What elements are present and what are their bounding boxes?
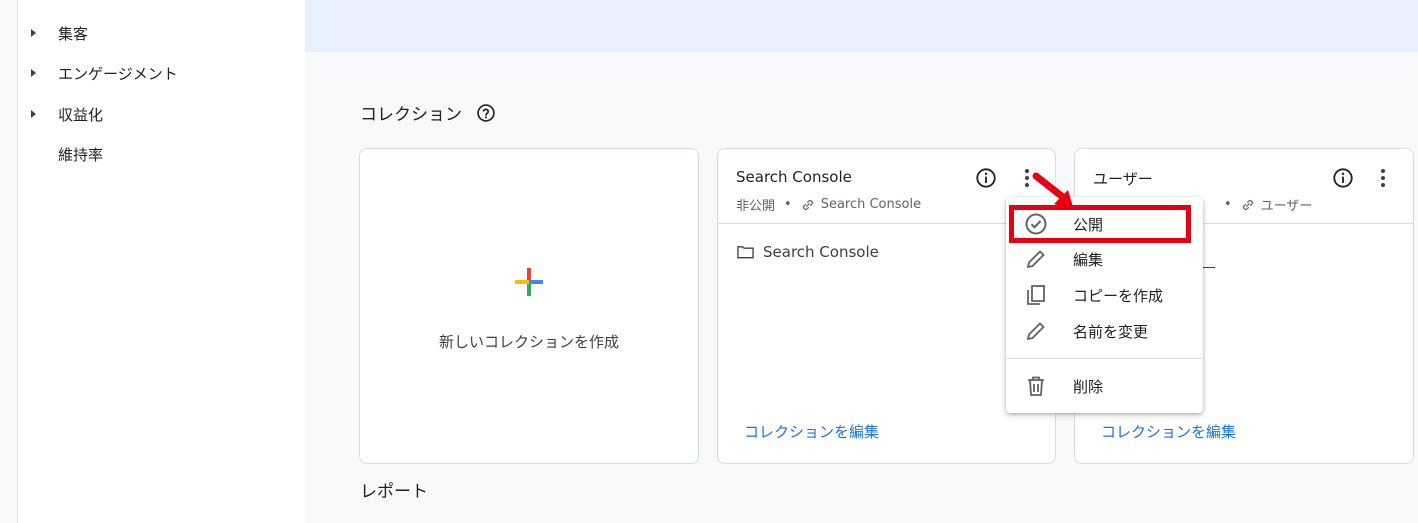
plus-icon [515,268,543,296]
trash-icon [1028,376,1044,396]
collections-title: コレクション [360,105,462,125]
red-arrow-icon [1032,172,1074,210]
new-collection-label: 新しいコレクションを作成 [438,333,619,351]
menu-item-label: 削除 [1073,377,1104,396]
card-subtitle: • ユーザー [1215,195,1312,214]
edit-collection-link[interactable]: コレクションを編集 [744,421,879,442]
collections-heading: コレクション [360,100,496,125]
expand-triangle-icon [31,69,36,77]
source-label: ユーザー [1260,199,1313,214]
folder-label: Search Console [763,243,879,261]
sidebar-item-label: 収益化 [58,105,104,124]
folder-icon [737,246,754,259]
sidebar-item-label: 集客 [58,24,89,43]
card-title: ユーザー [1093,170,1153,188]
pencil-icon [1026,250,1045,269]
top-banner [305,0,1418,52]
menu-item-label: 編集 [1073,250,1104,269]
copy-icon [1027,285,1045,305]
sidebar-item-label: 維持率 [58,145,104,164]
new-collection-card[interactable]: 新しいコレクションを作成 [359,148,699,464]
source-label: Search Console [820,197,922,212]
menu-item-label: 名前を変更 [1073,322,1149,341]
sidebar: 集客 エンゲージメント 収益化 維持率 [18,0,305,523]
card-subtitle: 非公開 • Search Console [736,195,921,214]
expand-triangle-icon [31,29,36,37]
reports-heading: レポート [360,482,428,502]
visibility-status: 非公開 [736,199,776,214]
menu-item-delete[interactable]: 削除 [1006,369,1203,403]
info-icon[interactable] [975,167,997,189]
link-icon [1242,199,1253,210]
pencil-icon [1026,322,1045,341]
separator-dot: • [1224,197,1232,212]
menu-divider [1006,358,1203,359]
menu-item-copy[interactable]: コピーを作成 [1006,278,1203,312]
link-icon [802,199,813,210]
card-title: Search Console [736,168,852,186]
expand-triangle-icon [31,110,36,118]
card-divider [718,223,1055,224]
info-icon[interactable] [1332,167,1354,189]
more-options-icon[interactable] [1372,167,1394,189]
help-icon[interactable] [476,103,496,123]
edit-collection-link[interactable]: コレクションを編集 [1101,421,1236,442]
menu-item-edit[interactable]: 編集 [1006,242,1203,276]
separator-dot: • [784,197,792,212]
folder-row[interactable]: Search Console [737,243,879,261]
left-edge-strip [0,0,18,523]
menu-item-rename[interactable]: 名前を変更 [1006,314,1203,348]
sidebar-item-label: エンゲージメント [58,64,178,83]
menu-item-label: コピーを作成 [1073,286,1164,305]
